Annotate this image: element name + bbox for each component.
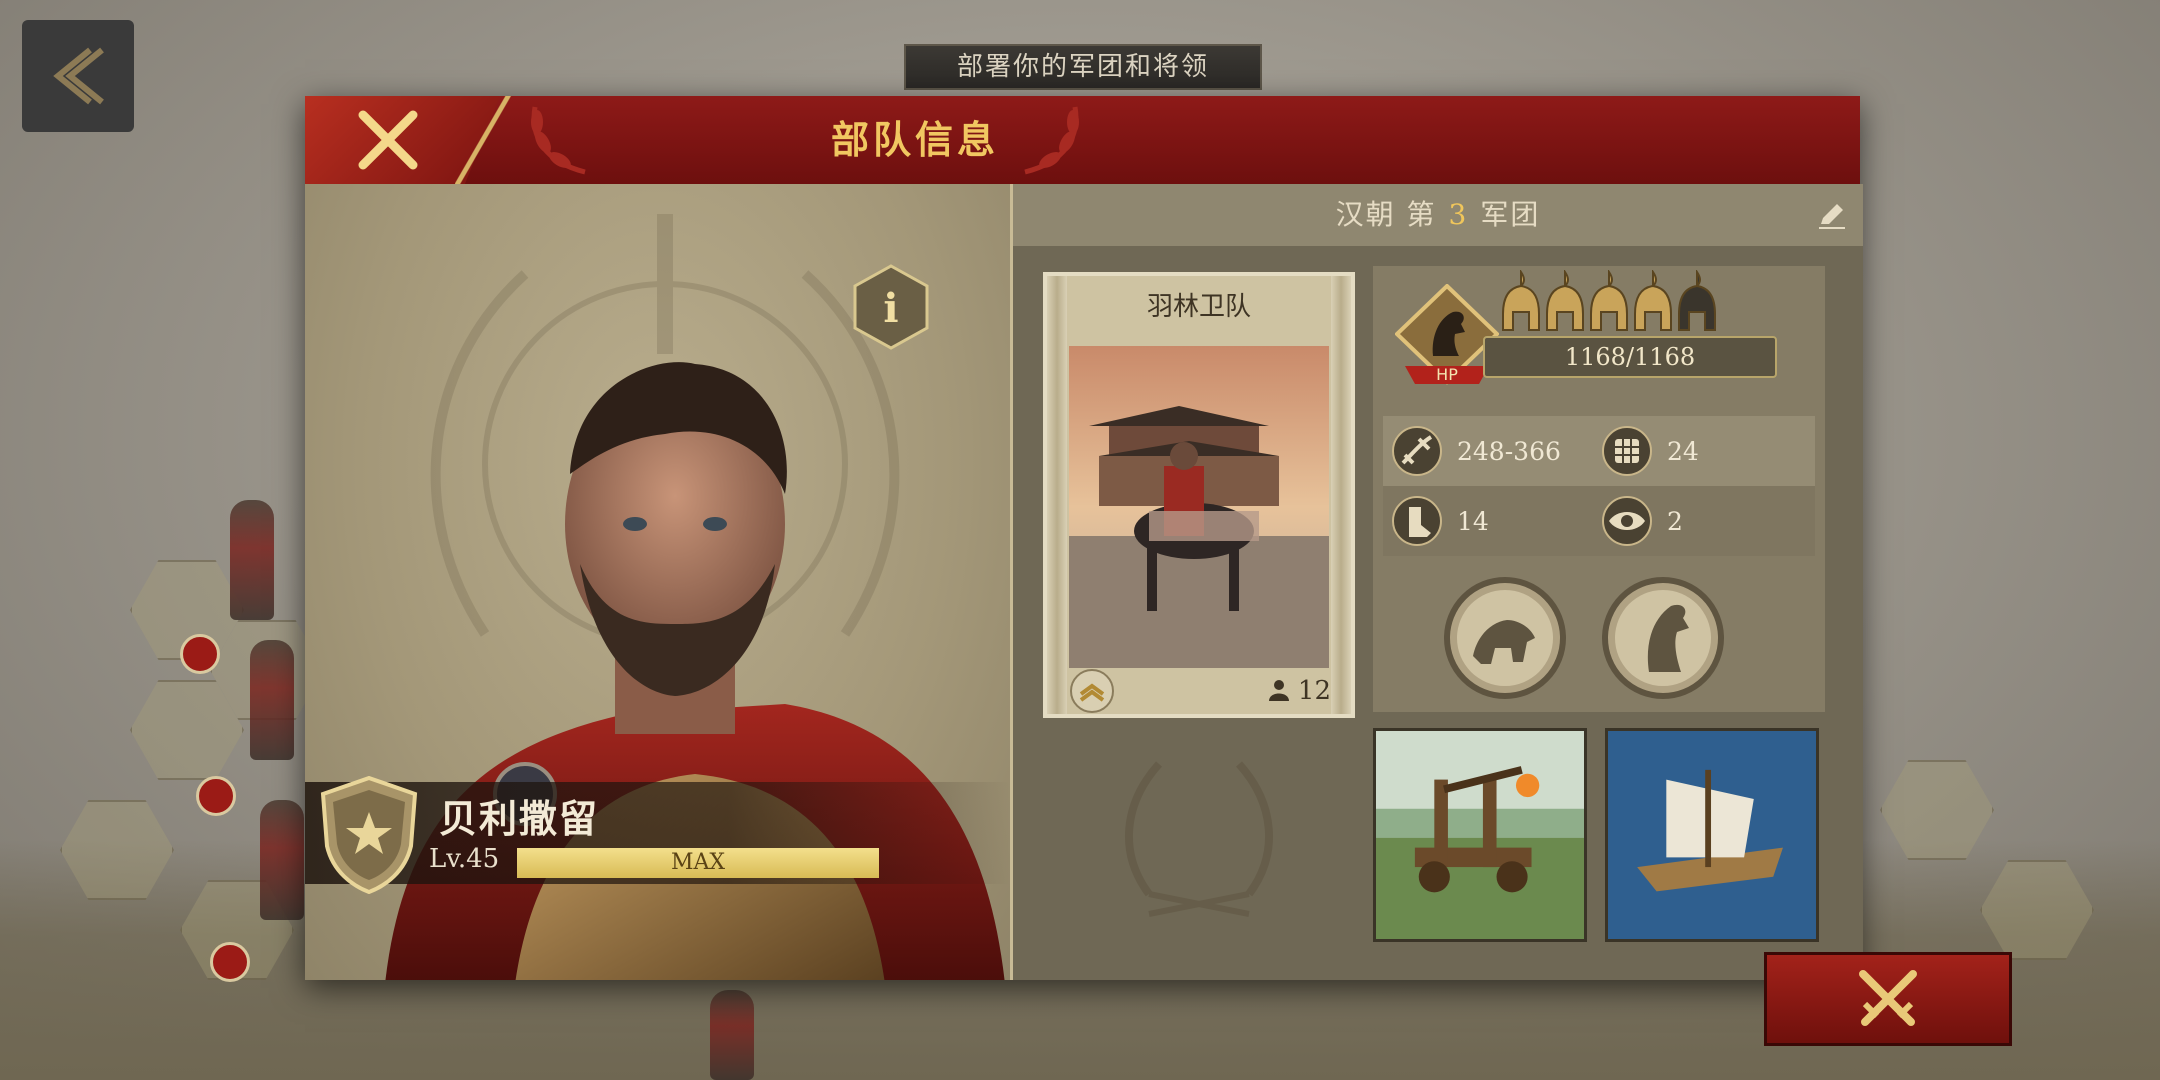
hero-name: 贝利撒留 [439,796,600,841]
attack-stat: 248-366 [1391,425,1561,477]
unit-info-dialog: 部队信息 i 贝利撒留 Lv.45 MAX 汉朝 第 3 军团 羽林卫队 12 … [305,96,1863,980]
defense-value: 24 [1667,436,1699,466]
hero-level: Lv.45 [429,844,500,874]
vision-icon [1602,496,1652,546]
enemy-soldier[interactable] [250,640,294,760]
helmet-filled-icon [1634,270,1672,331]
helmet-filled-icon [1502,270,1540,331]
defense-icon [1602,426,1652,476]
dialog-header: 部队信息 [305,96,1860,187]
hero-xp-bar: MAX [517,848,879,878]
edit-pencil-icon[interactable] [1817,200,1847,230]
legion-prefix: 汉朝 第 [1335,198,1437,231]
soldier-count-icon [1268,680,1289,701]
back-button[interactable] [22,20,134,132]
legion-suffix: 军团 [1480,198,1541,231]
vision-value: 2 [1667,506,1683,536]
unit-count-value: 12 [1297,676,1331,706]
ship-vehicle-card[interactable] [1605,728,1819,942]
empty-slot-laurel-icon [1124,761,1274,917]
unit-token[interactable] [196,776,236,816]
attack-value: 248-366 [1457,436,1561,466]
unit-name: 羽林卫队 [1146,292,1251,322]
enemy-soldier[interactable] [260,800,304,920]
legion-number: 3 [1448,198,1469,231]
unit-panel: 汉朝 第 3 军团 羽林卫队 12 HP 1168/1168 248-366 2… [1010,184,1863,980]
movement-icon [1392,496,1442,546]
helmet-filled-icon [1590,270,1628,331]
movement-value: 14 [1457,506,1489,536]
unit-card[interactable]: 羽林卫队 12 [1043,272,1355,718]
defense-stat: 24 [1601,425,1699,477]
hp-bar: 1168/1168 [1483,336,1777,378]
unit-token[interactable] [210,942,250,982]
stat-row: 14 2 [1383,486,1815,556]
vision-stat: 2 [1601,495,1683,547]
hero-rank-badge-icon [320,776,418,894]
stat-row: 248-366 24 [1383,416,1815,486]
legion-title-bar: 汉朝 第 3 军团 [1013,184,1863,246]
hero-panel: i 贝利撒留 Lv.45 MAX [305,184,1010,980]
unit-rank-stars [1501,270,1717,334]
helmet-empty-icon [1678,270,1716,331]
attack-icon [1392,426,1442,476]
catapult-vehicle-card[interactable] [1373,728,1587,942]
movement-stat: 14 [1391,495,1489,547]
header-divider [455,96,515,184]
unit-count: 12 [1268,676,1331,706]
unit-token[interactable] [180,634,220,674]
back-arrow-icon [53,47,104,105]
unit-artwork [1069,346,1329,668]
laurel-right-icon [1024,106,1079,175]
allied-soldier[interactable] [710,990,754,1080]
deploy-hint-banner: 部署你的军团和将领 [904,44,1262,90]
helmet-filled-icon [1546,270,1584,331]
unit-stats: HP 1168/1168 248-366 24 14 2 [1373,266,1825,712]
card-column-right [1331,276,1351,714]
cavalry-charge-skill-icon[interactable] [1443,576,1567,700]
unit-tier-icon [1070,669,1114,713]
horse-skill-icon[interactable] [1601,576,1725,700]
hp-label: HP [1436,365,1458,384]
close-icon [358,110,417,170]
laurel-left-icon [531,106,586,175]
attack-button[interactable] [1764,952,2012,1046]
card-column-left [1047,276,1067,714]
crossed-swords-icon [1859,970,1917,1026]
enemy-soldier[interactable] [230,500,274,620]
